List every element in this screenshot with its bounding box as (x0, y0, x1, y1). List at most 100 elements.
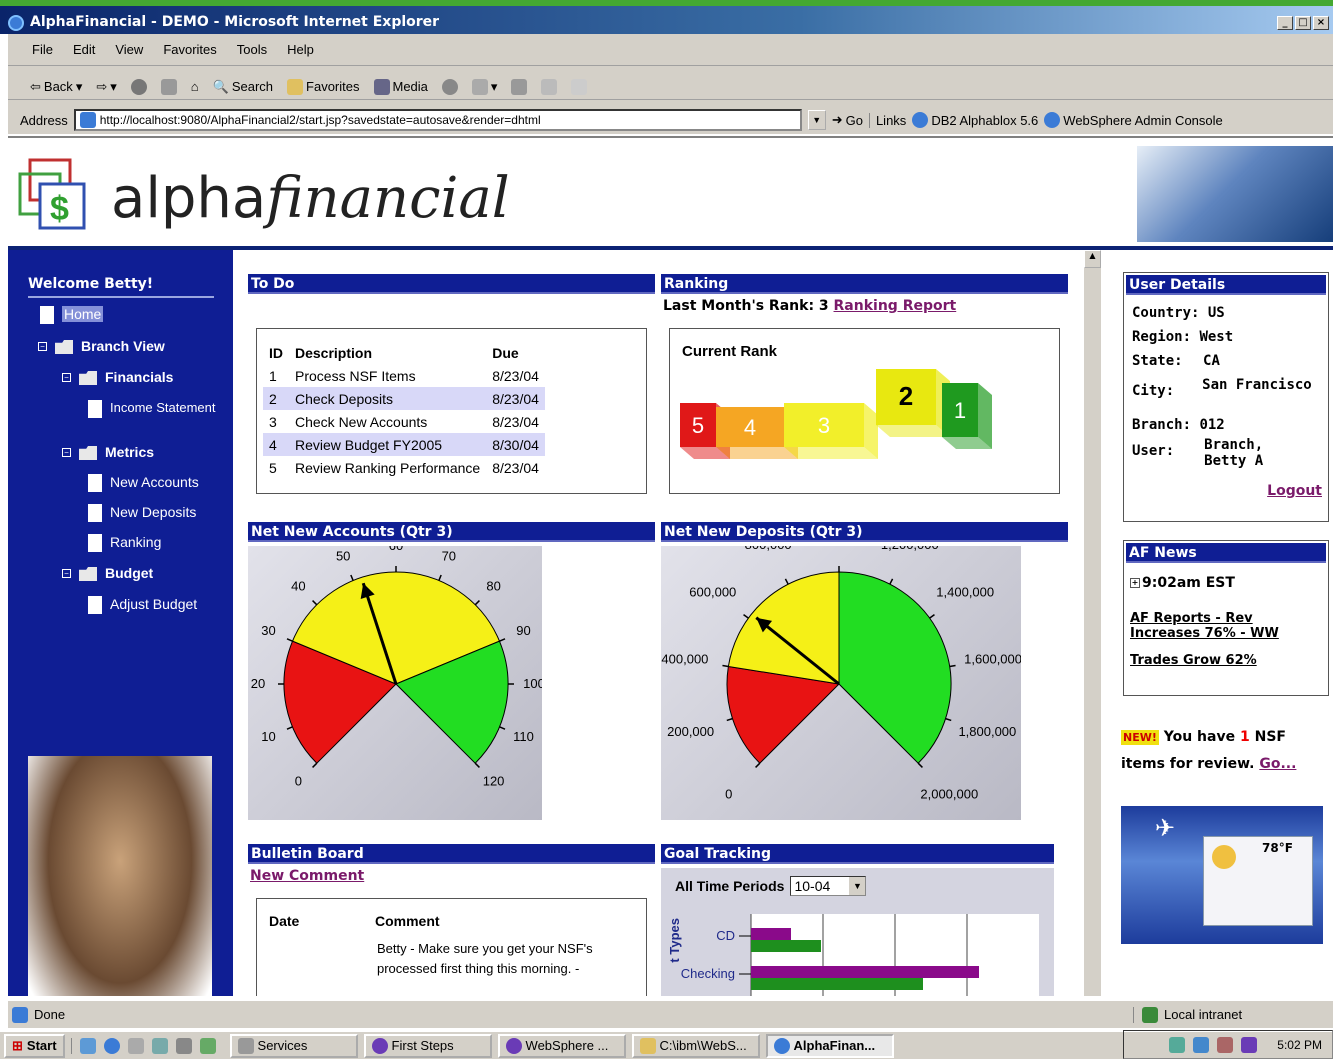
table-row[interactable]: 3 Check New Accounts 8/23/04 (263, 410, 545, 433)
menu-file[interactable]: File (32, 42, 53, 65)
news-item[interactable]: AF Reports - Rev Increases 76% - WW (1130, 611, 1320, 641)
sidebar-item-new-deposits[interactable]: New Deposits (88, 504, 196, 522)
weather-temp: 78°F (1262, 841, 1293, 855)
mail-button[interactable]: ▾ (471, 74, 498, 99)
sidebar-item-label: Branch View (81, 338, 165, 354)
tray-icon[interactable] (1217, 1036, 1234, 1053)
new-comment-link[interactable]: New Comment (250, 868, 364, 884)
logout-link[interactable]: Logout (1267, 483, 1322, 499)
close-button[interactable]: × (1313, 16, 1329, 30)
menu-edit[interactable]: Edit (73, 42, 95, 65)
task-websphere[interactable]: WebSphere ... (497, 1033, 626, 1058)
table-row[interactable]: 5 Review Ranking Performance 8/23/04 (263, 456, 545, 479)
start-button[interactable]: ⊞ Start (4, 1033, 65, 1058)
table-row[interactable]: 2 Check Deposits 8/23/04 (263, 387, 545, 410)
expand-icon[interactable]: + (1130, 578, 1140, 588)
sidebar-item-label: Budget (105, 565, 154, 581)
weather-widget[interactable]: ✈ 78°F (1121, 806, 1323, 944)
links-label[interactable]: Links (868, 112, 906, 128)
sidebar-item-ranking[interactable]: Ranking (88, 534, 161, 552)
tray-icon[interactable] (1169, 1036, 1186, 1053)
quicklaunch-icon[interactable] (151, 1037, 168, 1054)
home-button[interactable]: ⌂ (191, 74, 199, 99)
quicklaunch-icon[interactable] (127, 1037, 144, 1054)
go-label: Go (845, 112, 863, 128)
gauge-tick (474, 600, 480, 606)
page-icon (40, 306, 54, 324)
menu-favorites[interactable]: Favorites (163, 42, 216, 65)
task-label: WebSphere ... (525, 1038, 609, 1053)
search-button[interactable]: 🔍 Search (213, 74, 273, 99)
sidebar-item-budget[interactable]: − Budget (62, 565, 153, 581)
favorites-button[interactable]: Favorites (287, 74, 360, 99)
alphafinancial-logo: $ alphafinancial (16, 154, 510, 234)
sidebar-item-new-accounts[interactable]: New Accounts (88, 474, 199, 492)
table-row[interactable]: 1 Process NSF Items 8/23/04 (263, 364, 545, 387)
period-select[interactable]: 10-04 ▼ (790, 876, 867, 896)
go-button[interactable]: ➜ Go (832, 112, 863, 128)
menu-view[interactable]: View (115, 42, 143, 65)
task-alphafinancial[interactable]: AlphaFinan... (765, 1033, 894, 1058)
gauge-tick (438, 574, 442, 581)
ie-icon (8, 15, 24, 31)
task-folder[interactable]: C:\ibm\WebS... (631, 1033, 760, 1058)
gauge-tick-label: 1,800,000 (958, 724, 1016, 739)
refresh-button[interactable] (160, 74, 177, 99)
vertical-scrollbar[interactable]: ▲ (1083, 250, 1101, 996)
user-details-header: User Details (1126, 275, 1326, 295)
page-icon (88, 400, 102, 418)
discuss-button[interactable] (571, 74, 588, 99)
address-input[interactable]: http://localhost:9080/AlphaFinancial2/st… (73, 109, 802, 131)
nsf-text-pre: You have (1163, 729, 1236, 745)
nsf-go-link[interactable]: Go... (1259, 756, 1296, 772)
media-button[interactable]: Media (373, 74, 428, 99)
sidebar-item-adjust-budget[interactable]: Adjust Budget (88, 596, 197, 614)
sidebar-item-branch-view[interactable]: − Branch View (38, 338, 165, 354)
table-row[interactable]: 4 Review Budget FY2005 8/30/04 (263, 433, 545, 456)
scroll-up-icon[interactable]: ▲ (1084, 250, 1101, 268)
link-alphablox[interactable]: DB2 Alphablox 5.6 (912, 112, 1038, 128)
menu-tools[interactable]: Tools (237, 42, 267, 65)
ie-quicklaunch-icon[interactable] (103, 1037, 120, 1054)
current-rank-panel: Current Rank 5 4 3 2 1 (669, 328, 1060, 494)
sidebar-item-financials[interactable]: − Financials (62, 369, 173, 385)
address-dropdown[interactable]: ▼ (807, 110, 826, 130)
history-button[interactable] (441, 74, 458, 99)
gauge-tick (286, 726, 293, 730)
dropdown-arrow-icon: ▾ (490, 78, 498, 94)
forward-button[interactable]: ⇨ ▾ (96, 74, 116, 99)
sidebar-item-home[interactable]: Home (40, 306, 104, 324)
quicklaunch-icon[interactable] (79, 1037, 96, 1054)
filter-label: All Time Periods (675, 878, 785, 894)
sidebar-item-metrics[interactable]: − Metrics (62, 444, 154, 460)
todo-header: To Do (248, 274, 655, 294)
sidebar-item-label: New Accounts (110, 474, 199, 490)
quicklaunch-icon[interactable] (199, 1037, 216, 1054)
discuss-icon (571, 78, 588, 95)
ranking-summary: Last Month's Rank: 3 Ranking Report (663, 298, 956, 314)
task-first-steps[interactable]: First Steps (363, 1033, 492, 1058)
quicklaunch-icon[interactable] (175, 1037, 192, 1054)
back-button[interactable]: ⇦ Back ▾ (30, 74, 82, 99)
forward-arrow-icon: ⇨ (96, 78, 108, 94)
news-item[interactable]: Trades Grow 62% (1130, 653, 1257, 668)
link-websphere[interactable]: WebSphere Admin Console (1044, 112, 1223, 128)
task-services[interactable]: Services (229, 1033, 358, 1058)
sidebar-item-income-statement[interactable]: Income Statement (88, 400, 218, 418)
print-button[interactable] (511, 74, 528, 99)
edit-button[interactable] (541, 74, 558, 99)
stop-button[interactable] (130, 74, 147, 99)
gauge-tick (755, 762, 761, 768)
menu-help[interactable]: Help (287, 42, 314, 65)
page-icon (79, 112, 96, 128)
gauge-tick-label: 0 (725, 786, 732, 801)
rank-block-bottom (716, 447, 798, 459)
maximize-button[interactable]: □ (1295, 16, 1311, 30)
tray-icon[interactable] (1241, 1036, 1258, 1053)
user-row-user: User: Branch, Betty A (1132, 437, 1294, 469)
tray-icon[interactable] (1193, 1036, 1210, 1053)
ranking-report-link[interactable]: Ranking Report (834, 298, 957, 314)
minimize-button[interactable]: _ (1277, 16, 1293, 30)
gauge-tick-label: 1,200,000 (881, 546, 939, 552)
net-new-accounts-header: Net New Accounts (Qtr 3) (248, 522, 655, 542)
